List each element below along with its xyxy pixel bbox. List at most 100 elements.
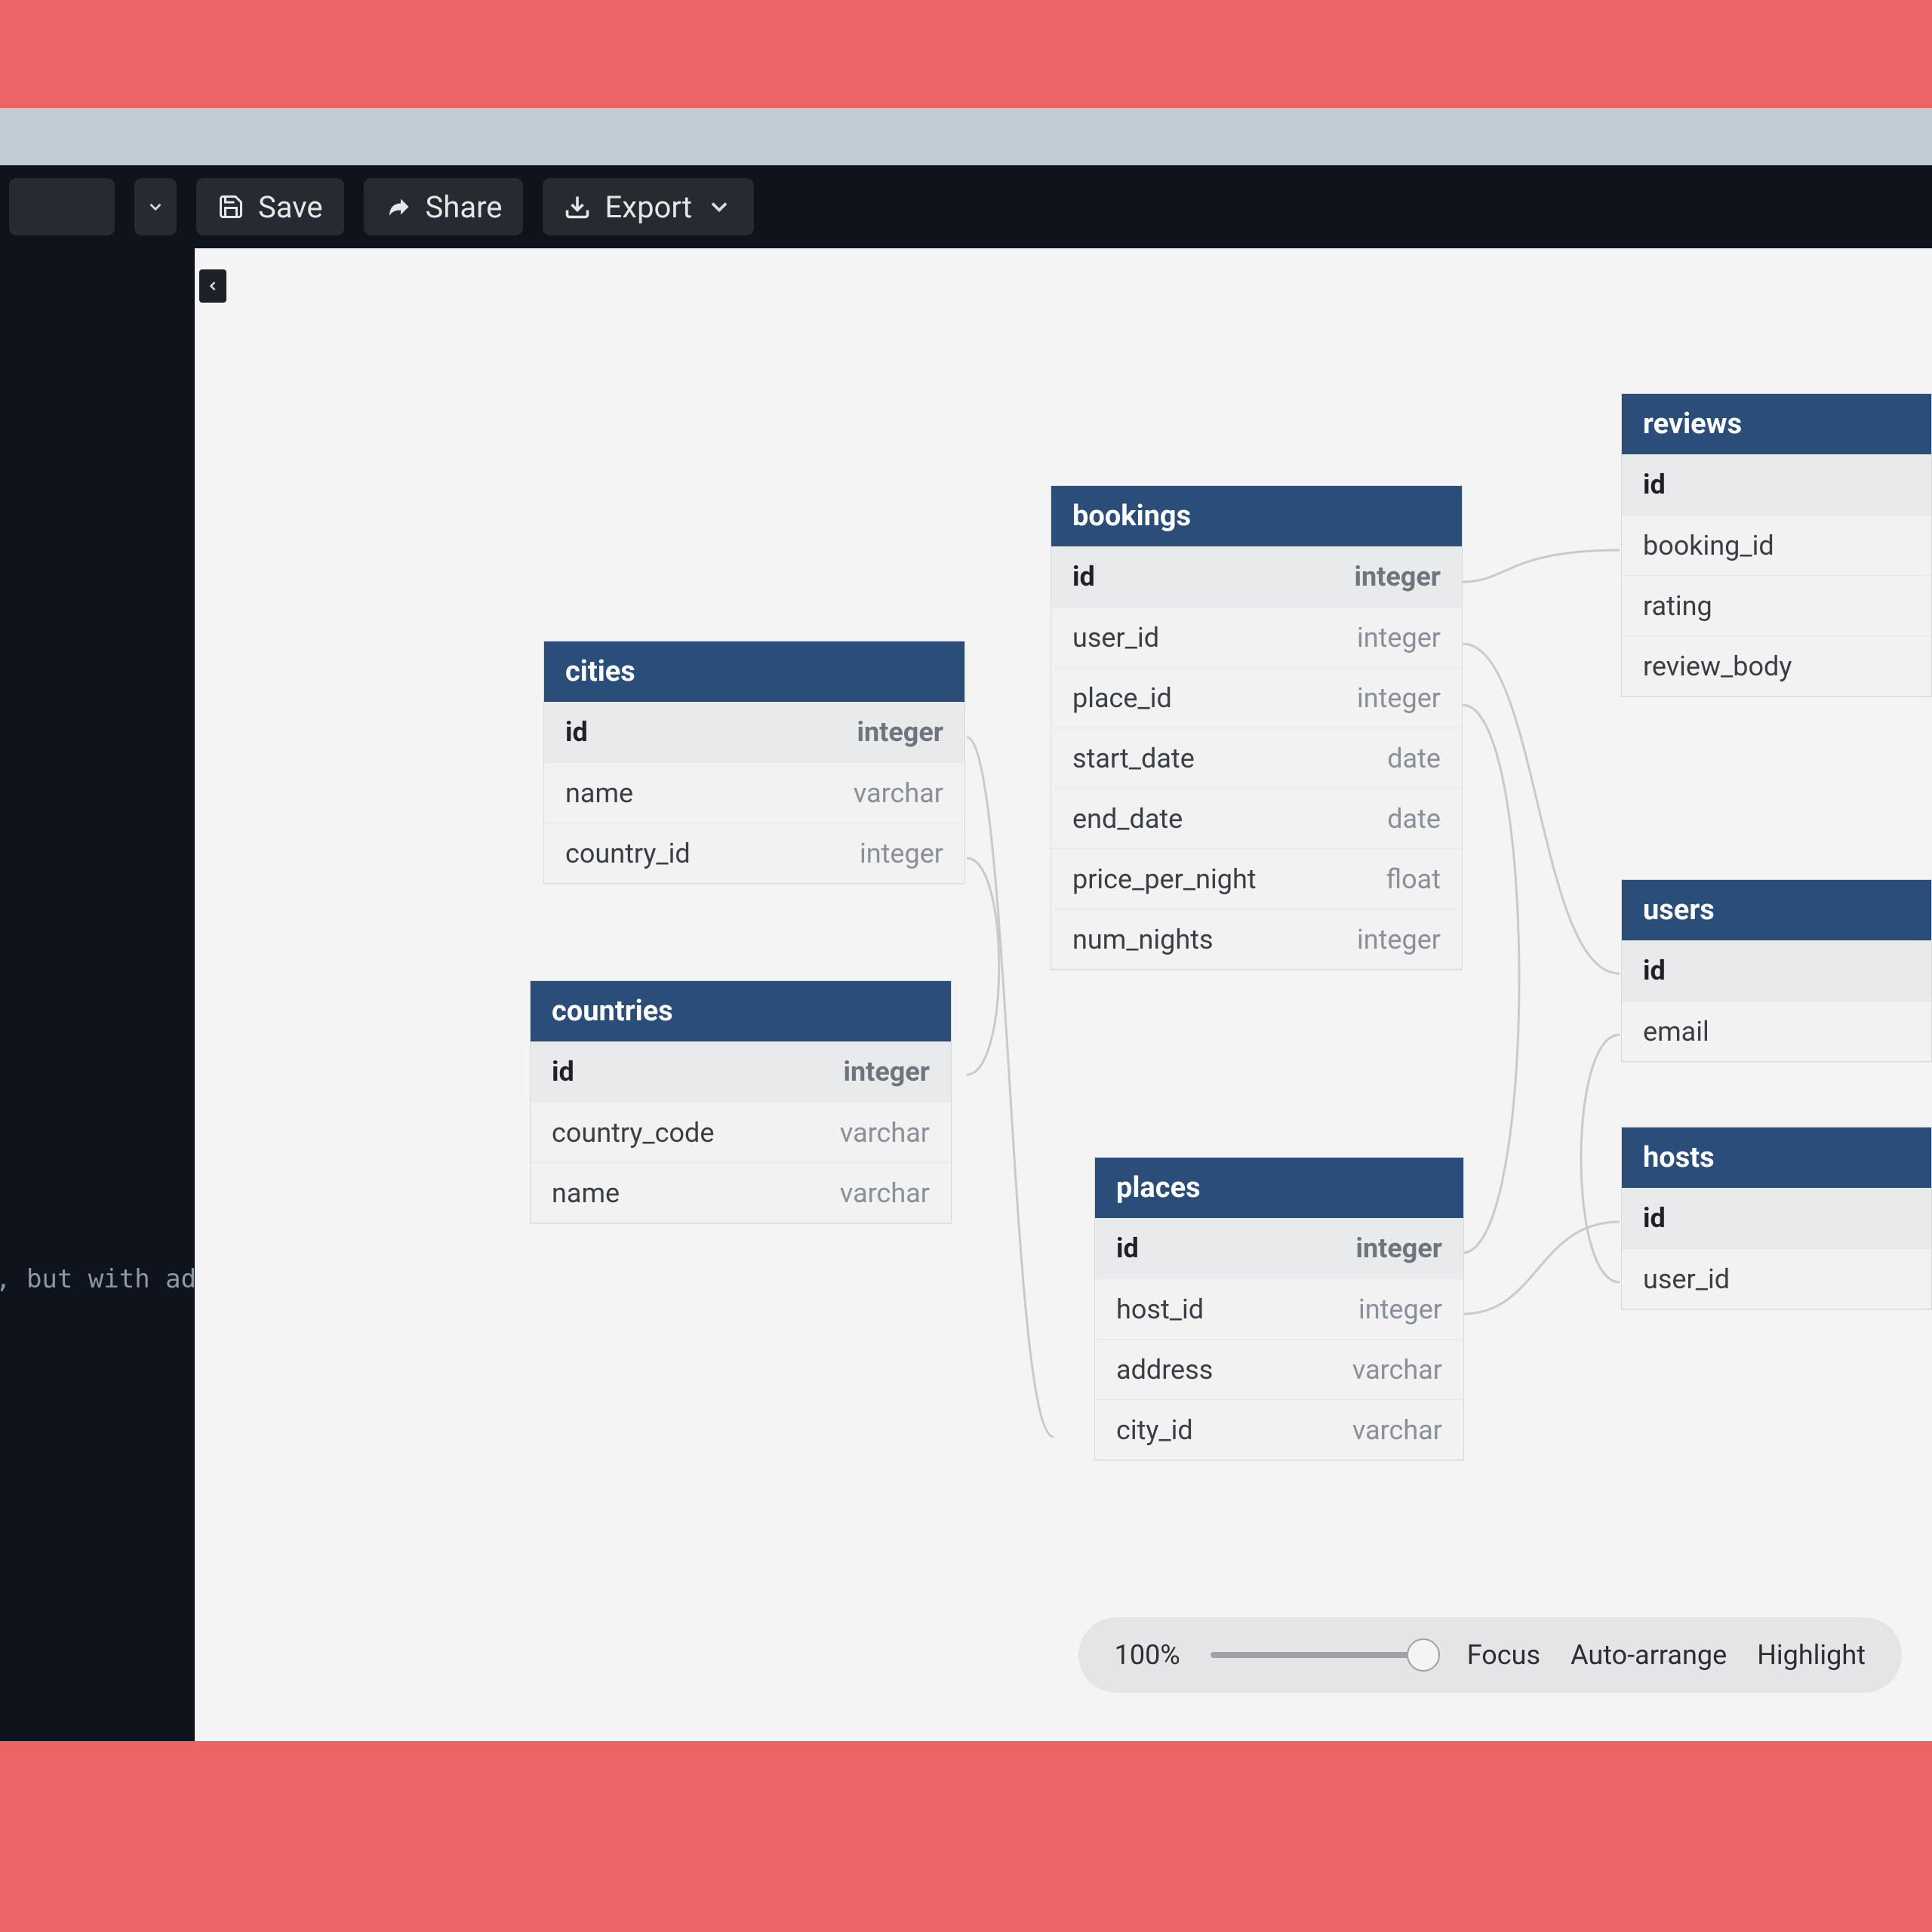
chevron-down-icon [146,197,165,217]
column-name: id [1643,955,1666,986]
table-title: hosts [1622,1128,1931,1188]
column-name: id [1116,1232,1139,1264]
table-title: users [1622,880,1931,940]
table-title: reviews [1622,394,1931,454]
table-column-row[interactable]: id [1622,1188,1931,1248]
save-icon [217,193,245,220]
collapse-editor-button[interactable] [199,269,226,303]
table-hosts[interactable]: hosts id user_id [1621,1127,1932,1309]
table-column-row[interactable]: idinteger [1051,546,1462,607]
save-label: Save [258,189,323,225]
save-button[interactable]: Save [196,178,344,235]
column-name: start_date [1072,743,1195,774]
column-name: id [565,716,588,748]
column-name: user_id [1072,622,1159,654]
table-cities[interactable]: cities id integer namevarchar country_id int… [543,641,965,884]
table-column-row[interactable]: user_id integer [1051,607,1462,667]
column-name: id [1643,469,1666,500]
column-name: name [552,1177,620,1209]
table-reviews[interactable]: reviews id booking_idrating review_body [1621,393,1932,697]
table-users[interactable]: users id email [1621,879,1932,1062]
table-column-row[interactable]: country_id integer [544,823,964,883]
table-column-row[interactable]: country_codevarchar [531,1102,951,1162]
column-name: host_id [1116,1294,1204,1325]
app-window: Save Share Export , but with ad [0,165,1932,1741]
table-column-row[interactable]: email [1622,1001,1931,1061]
column-name: rating [1643,590,1712,622]
share-button[interactable]: Share [364,178,524,235]
column-name: id [1643,1202,1666,1234]
toolbar: Save Share Export [0,165,1932,248]
table-title: places [1095,1158,1463,1218]
table-places[interactable]: places idinteger host_id integer addressvar… [1094,1157,1464,1460]
column-type: integer [1358,1294,1442,1325]
column-type: varchar [1352,1414,1442,1446]
table-title: cities [544,641,964,702]
chevron-left-icon [205,278,220,294]
column-name: end_date [1072,803,1183,835]
zoom-slider-knob[interactable] [1407,1638,1440,1672]
zoom-level: 100% [1115,1639,1180,1671]
column-name: email [1643,1016,1709,1048]
column-type: varchar [1352,1354,1442,1386]
table-column-row[interactable]: idinteger [1095,1218,1463,1278]
chevron-down-icon [706,193,733,220]
column-name: place_id [1072,682,1172,714]
focus-button[interactable]: Focus [1467,1639,1540,1671]
table-column-row[interactable]: id [1622,454,1931,515]
column-name: price_per_night [1072,863,1257,895]
table-column-row[interactable]: id integer [544,702,964,762]
column-name: city_id [1116,1414,1193,1446]
column-type: integer [1357,682,1441,714]
column-type: date [1387,803,1441,835]
canvas-footer-controls: 100% Focus Auto-arrange Highlight [1078,1617,1902,1693]
column-type: integer [860,838,943,869]
table-column-row[interactable]: addressvarchar [1095,1339,1463,1399]
column-name: name [565,777,633,809]
column-type: integer [843,1056,930,1088]
table-column-row[interactable]: id integer [531,1041,951,1102]
table-column-row[interactable]: name varchar [531,1162,951,1223]
table-column-row[interactable]: price_per_night float [1051,848,1462,909]
column-type: float [1386,863,1441,895]
diagram-canvas[interactable]: cities idintegernamevarcharcountry_idint… [195,248,1932,1741]
table-column-row[interactable]: rating [1622,575,1931,635]
table-column-row[interactable]: end_date date [1051,788,1462,848]
zoom-slider[interactable] [1211,1652,1437,1658]
column-name: review_body [1643,651,1792,682]
table-bookings[interactable]: bookings idintegeruser_idintegerplace_id… [1051,485,1463,970]
table-column-row[interactable]: review_body [1622,635,1931,696]
column-name: country_id [565,838,691,869]
table-column-row[interactable]: user_id [1622,1248,1931,1309]
table-title: countries [531,981,951,1041]
export-button[interactable]: Export [543,178,753,235]
table-countries[interactable]: countries idintegercountry_codevarcharna… [530,980,952,1223]
table-title: bookings [1051,486,1462,546]
highlight-button[interactable]: Highlight [1757,1639,1866,1671]
editor-visible-text: , but with ad [0,1264,196,1294]
column-type: date [1387,743,1441,774]
table-column-row[interactable]: place_id integer [1051,667,1462,728]
column-type: integer [857,716,943,748]
download-icon [564,193,591,220]
export-label: Export [605,189,691,225]
toolbar-dropdown-button[interactable] [134,178,177,235]
column-name: country_code [552,1117,714,1149]
table-column-row[interactable]: start_date date [1051,728,1462,788]
column-name: booking_id [1643,530,1774,561]
table-column-row[interactable]: city_id varchar [1095,1399,1463,1460]
column-name: id [552,1056,574,1088]
share-label: Share [426,189,503,225]
auto-arrange-button[interactable]: Auto-arrange [1571,1639,1727,1671]
table-column-row[interactable]: num_nightsinteger [1051,909,1462,969]
column-type: varchar [840,1177,930,1209]
code-editor-panel[interactable]: , but with ad [0,248,195,1741]
column-name: user_id [1643,1263,1730,1295]
table-column-row[interactable]: host_id integer [1095,1278,1463,1339]
table-column-row[interactable]: id [1622,940,1931,1001]
column-type: integer [1354,561,1441,592]
table-column-row[interactable]: namevarchar [544,762,964,823]
column-type: integer [1357,622,1441,654]
table-column-row[interactable]: booking_id [1622,515,1931,575]
toolbar-leading-button[interactable] [9,178,115,235]
